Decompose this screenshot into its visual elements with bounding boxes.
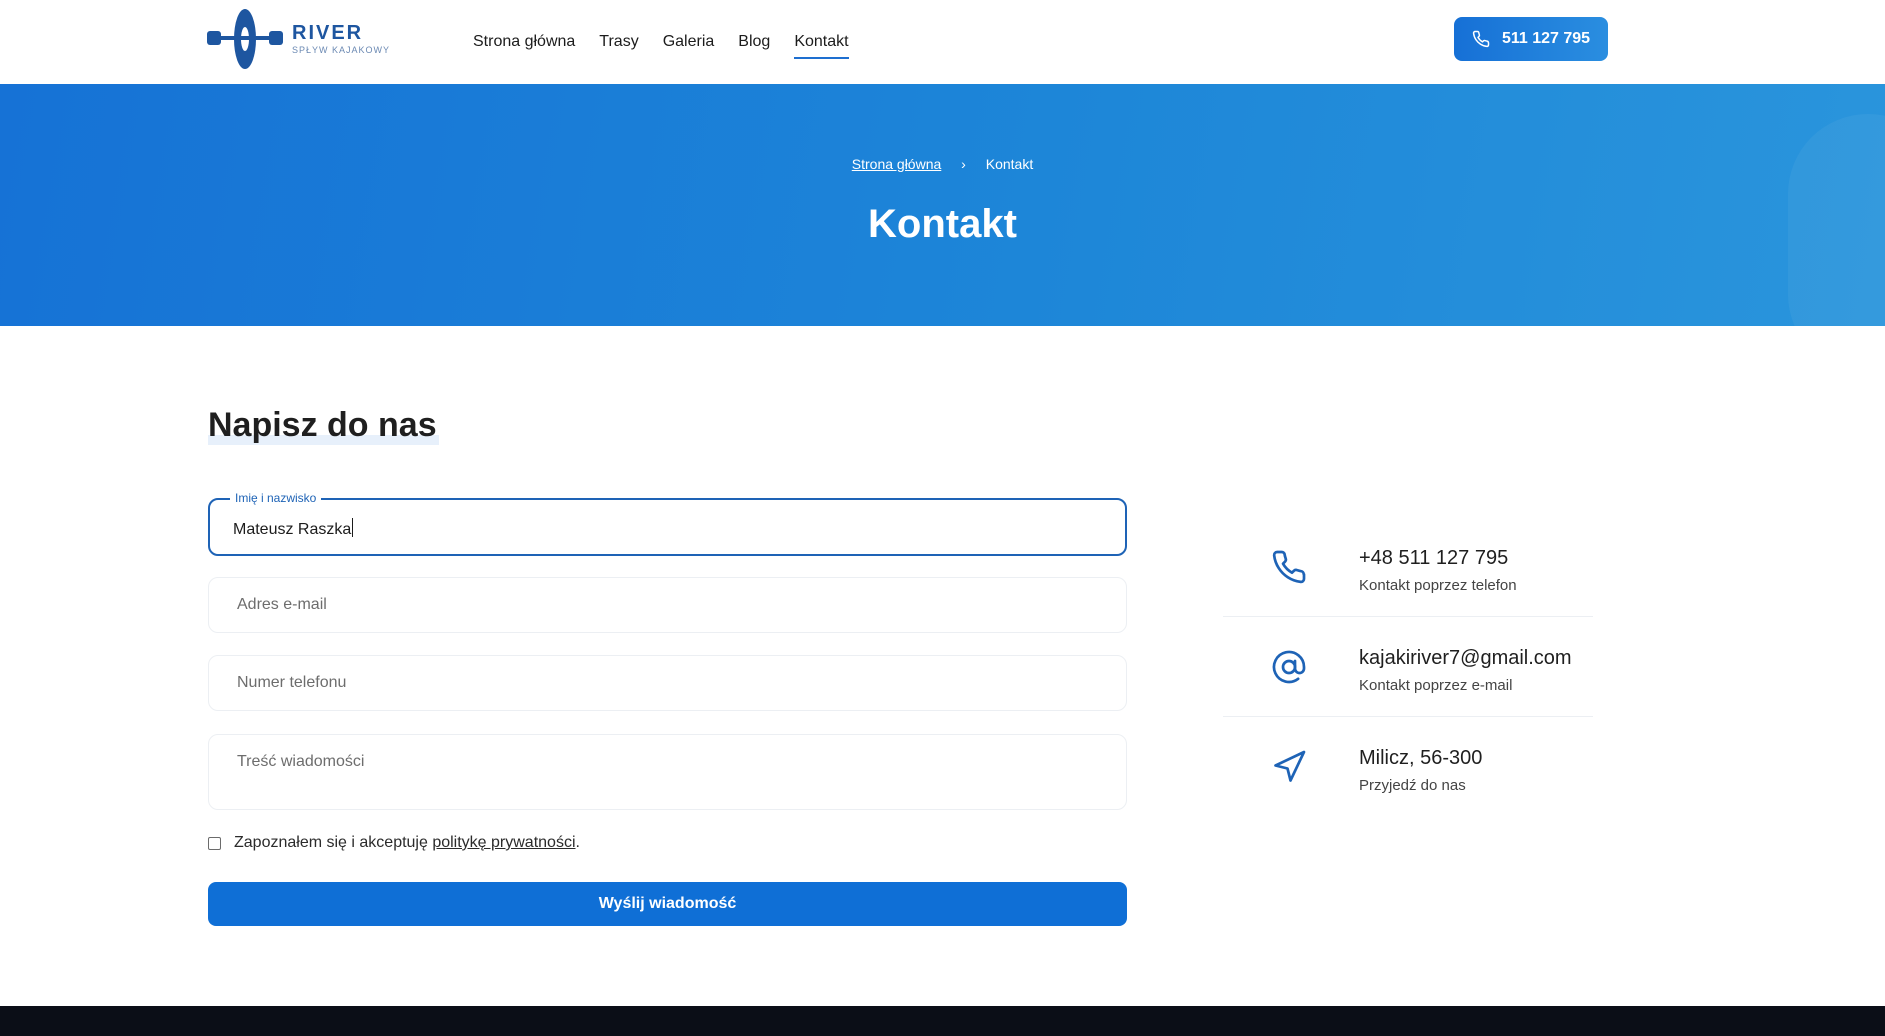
- nav-item-home[interactable]: Strona główna: [473, 27, 575, 57]
- nav-item-galeria[interactable]: Galeria: [663, 27, 715, 57]
- navigation-arrow-icon: [1274, 750, 1306, 782]
- contact-phone[interactable]: +48 511 127 795 Kontakt poprzez telefon: [1223, 517, 1593, 617]
- name-input-label: Imię i nazwisko: [230, 491, 322, 505]
- privacy-consent-checkbox[interactable]: [208, 836, 221, 850]
- contact-address-value: Milicz, 56-300: [1359, 747, 1483, 769]
- submit-button[interactable]: Wyślij wiadomość: [208, 882, 1127, 926]
- contact-email[interactable]: kajakiriver7@gmail.com Kontakt poprzez e…: [1223, 617, 1593, 717]
- contact-address[interactable]: Milicz, 56-300 Przyjedź do nas: [1223, 717, 1593, 817]
- consent-text-before: Zapoznałem się i akceptuję: [234, 834, 433, 851]
- contact-phone-label: Kontakt poprzez telefon: [1359, 577, 1517, 594]
- form-title: Napisz do nas: [208, 406, 439, 445]
- text-caret: [352, 518, 354, 537]
- site-footer: [0, 1006, 1885, 1036]
- privacy-consent: Zapoznałem się i akceptuję politykę pryw…: [208, 834, 580, 852]
- contact-email-value: kajakiriver7@gmail.com: [1359, 647, 1572, 669]
- chevron-right-icon: ›: [961, 156, 966, 172]
- main-nav: Strona główna Trasy Galeria Blog Kontakt: [473, 0, 849, 84]
- phone-button-label: 511 127 795: [1501, 30, 1591, 47]
- message-textarea[interactable]: Treść wiadomości: [208, 734, 1127, 810]
- name-input[interactable]: Imię i nazwisko Mateusz Raszka: [208, 491, 1127, 556]
- contact-phone-value: +48 511 127 795: [1359, 547, 1509, 569]
- breadcrumb-home-link[interactable]: Strona główna: [852, 156, 942, 172]
- at-sign-icon: [1272, 650, 1306, 684]
- contact-address-label: Przyjedź do nas: [1359, 777, 1466, 794]
- name-input-value: Mateusz Raszka: [233, 518, 354, 539]
- privacy-policy-link[interactable]: politykę prywatności: [432, 834, 575, 852]
- breadcrumb-current: Kontakt: [985, 156, 1034, 172]
- phone-call-button[interactable]: 511 127 795: [1454, 17, 1608, 61]
- consent-text-after: .: [575, 834, 580, 851]
- nav-item-trasy[interactable]: Trasy: [599, 27, 638, 57]
- brand-text: RIVER SPŁYW KAJAKOWY: [292, 22, 390, 56]
- brand-subtitle: SPŁYW KAJAKOWY: [292, 45, 391, 55]
- phone-input-placeholder: Numer telefonu: [237, 674, 347, 691]
- page-hero: Strona główna › Kontakt Kontakt: [0, 84, 1885, 326]
- site-header: RIVER SPŁYW KAJAKOWY Strona główna Trasy…: [0, 0, 1885, 84]
- phone-icon: [1472, 30, 1490, 48]
- email-input-placeholder: Adres e-mail: [237, 596, 327, 613]
- kayak-logo-icon: [207, 9, 283, 69]
- brand-title: RIVER: [292, 22, 364, 44]
- phone-input[interactable]: Numer telefonu: [208, 655, 1127, 711]
- brand-logo[interactable]: RIVER SPŁYW KAJAKOWY: [207, 8, 397, 70]
- contact-email-label: Kontakt poprzez e-mail: [1359, 677, 1513, 694]
- breadcrumb: Strona główna › Kontakt: [0, 156, 1885, 172]
- nav-item-blog[interactable]: Blog: [738, 27, 770, 57]
- phone-icon: [1272, 550, 1306, 584]
- email-input[interactable]: Adres e-mail: [208, 577, 1127, 633]
- nav-item-kontakt[interactable]: Kontakt: [794, 27, 849, 59]
- message-textarea-placeholder: Treść wiadomości: [237, 753, 365, 770]
- page-title: Kontakt: [868, 202, 1017, 246]
